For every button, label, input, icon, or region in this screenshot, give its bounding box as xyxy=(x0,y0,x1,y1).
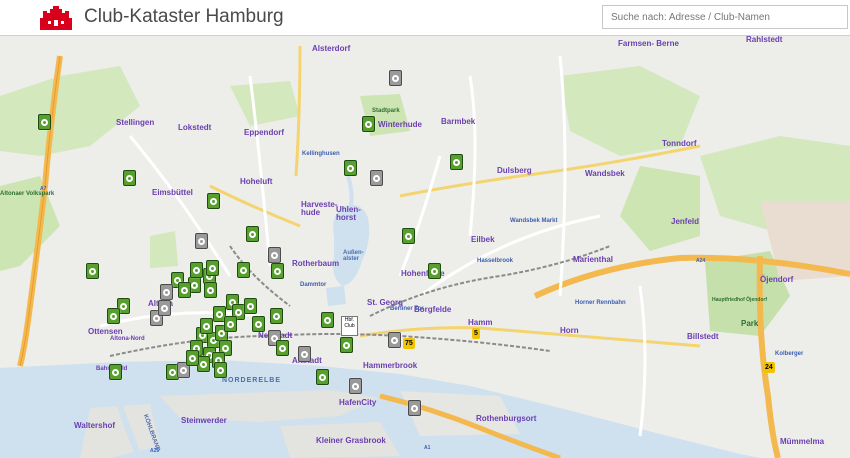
club-marker[interactable] xyxy=(428,263,441,279)
road-number-shield: 75 xyxy=(403,338,415,349)
club-marker[interactable] xyxy=(389,70,402,86)
highway-label: A1 xyxy=(424,445,431,451)
club-marker[interactable] xyxy=(158,300,171,316)
club-marker[interactable] xyxy=(276,340,289,356)
club-marker[interactable] xyxy=(321,312,334,328)
district-label: Dulsberg xyxy=(497,166,532,175)
district-label: Altona-Nord xyxy=(110,336,145,342)
club-marker[interactable] xyxy=(408,400,421,416)
club-marker[interactable] xyxy=(178,282,191,298)
club-marker[interactable] xyxy=(160,284,173,300)
district-label: Eilbek xyxy=(471,235,495,244)
map-basemap xyxy=(0,45,850,458)
district-label: Öjendorf xyxy=(760,275,794,284)
district-label: Mümmelma xyxy=(780,437,825,446)
club-marker[interactable] xyxy=(402,228,415,244)
district-label: Tonndorf xyxy=(662,139,697,148)
road-number-shield: 5 xyxy=(472,328,480,339)
district-label: Winterhude xyxy=(378,120,422,129)
club-marker[interactable] xyxy=(370,170,383,186)
district-label: Lokstedt xyxy=(178,123,212,132)
station-label: Berliner Tor xyxy=(390,306,424,312)
club-marker[interactable] xyxy=(190,262,203,278)
district-label: Park xyxy=(741,319,759,328)
app-header: Club-Kataster Hamburg xyxy=(0,0,850,36)
club-marker[interactable] xyxy=(344,160,357,176)
club-marker[interactable] xyxy=(109,364,122,380)
club-marker[interactable] xyxy=(450,154,463,170)
district-label: Alsterdorf xyxy=(312,44,351,53)
club-marker[interactable] xyxy=(38,114,51,130)
district-label: Horn xyxy=(560,326,579,335)
club-marker[interactable] xyxy=(86,263,99,279)
club-marker[interactable] xyxy=(107,308,120,324)
district-label: Rotherbaum xyxy=(292,259,340,268)
district-label: Marienthal xyxy=(573,255,614,264)
highway-label: A7 xyxy=(40,186,47,192)
club-marker[interactable] xyxy=(362,116,375,132)
district-label: Harveste- hude xyxy=(301,200,338,217)
district-label: Rothenburgsort xyxy=(476,414,537,423)
club-marker[interactable] xyxy=(204,282,217,298)
district-label: Ottensen xyxy=(88,327,123,336)
district-label: Hammerbrook xyxy=(363,361,418,370)
club-marker[interactable] xyxy=(200,318,213,334)
highway-label: A24 xyxy=(696,258,706,264)
club-marker[interactable] xyxy=(246,226,259,242)
club-marker[interactable] xyxy=(214,362,227,378)
district-label: Hamm xyxy=(468,318,493,327)
search-input[interactable] xyxy=(602,5,848,29)
club-marker[interactable] xyxy=(270,308,283,324)
district-label: Billstedt xyxy=(687,332,719,341)
district-label: Eimsbüttel xyxy=(152,188,193,197)
club-marker[interactable] xyxy=(268,247,281,263)
club-marker[interactable] xyxy=(349,378,362,394)
water-label: NORDERELBE xyxy=(222,377,282,384)
station-label: Wandsbek Markt xyxy=(510,218,558,224)
club-marker[interactable] xyxy=(224,316,237,332)
club-marker[interactable] xyxy=(237,262,250,278)
district-label: Rahlstedt xyxy=(746,36,783,44)
station-label: Hasselbrook xyxy=(477,258,514,264)
district-label: Kolberger xyxy=(775,351,804,357)
district-label: HafenCity xyxy=(339,398,377,407)
district-label: Wandsbek xyxy=(585,169,625,178)
central-station-badge[interactable]: Hbf. Club xyxy=(341,316,358,336)
district-label: Uhlen- horst xyxy=(336,205,361,222)
station-label: Horner Rennbahn xyxy=(575,300,626,306)
district-label: Stellingen xyxy=(116,118,155,127)
club-marker[interactable] xyxy=(271,263,284,279)
water-label: Außen- alster xyxy=(343,250,364,262)
club-marker[interactable] xyxy=(252,316,265,332)
district-label: Steinwerder xyxy=(181,416,227,425)
club-map[interactable]: Alsterdorf Farmsen- Berne Rahlstedt Stel… xyxy=(0,36,850,458)
club-marker[interactable] xyxy=(388,332,401,348)
club-marker[interactable] xyxy=(186,350,199,366)
club-marker[interactable] xyxy=(340,337,353,353)
station-label: Kellinghusen xyxy=(302,151,340,157)
district-label: Barmbek xyxy=(441,117,476,126)
station-label: Dammtor xyxy=(300,282,327,288)
district-label: Waltershof xyxy=(74,421,116,430)
district-label: Farmsen- Berne xyxy=(618,39,679,48)
park-label: Stadtpark xyxy=(372,108,400,114)
park-label: Hauptfriedhof Öjendorf xyxy=(712,297,767,303)
district-label: Eppendorf xyxy=(244,128,284,137)
app-title: Club-Kataster Hamburg xyxy=(84,6,284,27)
club-marker[interactable] xyxy=(298,346,311,362)
hamburg-coat-of-arms-logo xyxy=(40,6,72,30)
club-marker[interactable] xyxy=(195,233,208,249)
club-marker[interactable] xyxy=(316,369,329,385)
road-number-shield: 24 xyxy=(763,362,775,373)
district-label: Hoheluft xyxy=(240,177,273,186)
district-label: Jenfeld xyxy=(671,217,700,226)
club-marker[interactable] xyxy=(244,298,257,314)
club-marker[interactable] xyxy=(206,260,219,276)
club-marker[interactable] xyxy=(207,193,220,209)
club-marker[interactable] xyxy=(123,170,136,186)
district-label: Kleiner Grasbrook xyxy=(316,436,386,445)
